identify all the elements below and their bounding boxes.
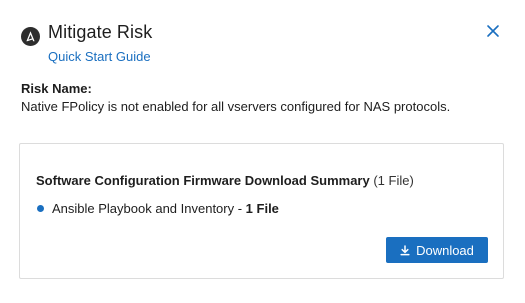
list-item: Ansible Playbook and Inventory - 1 File: [37, 201, 279, 216]
risk-name-label: Risk Name:: [21, 81, 92, 96]
summary-title: Software Configuration Firmware Download…: [36, 173, 414, 188]
risk-description: Native FPolicy is not enabled for all vs…: [21, 99, 451, 114]
download-summary-card: Software Configuration Firmware Download…: [19, 143, 504, 279]
modal-header: Mitigate Risk Quick Start Guide: [21, 21, 525, 69]
ansible-logo-icon: [21, 27, 40, 46]
download-icon: [400, 244, 410, 256]
close-icon[interactable]: [486, 24, 500, 38]
download-button[interactable]: Download: [386, 237, 488, 263]
summary-title-text: Software Configuration Firmware Download…: [36, 173, 370, 188]
modal-title: Mitigate Risk: [48, 22, 153, 42]
quick-start-guide-link[interactable]: Quick Start Guide: [48, 49, 151, 64]
bullet-icon: [37, 205, 44, 212]
item-label: Ansible Playbook and Inventory -: [52, 201, 246, 216]
summary-file-count: (1 File): [373, 173, 414, 188]
item-count: 1 File: [245, 201, 279, 216]
download-button-label: Download: [416, 242, 474, 258]
